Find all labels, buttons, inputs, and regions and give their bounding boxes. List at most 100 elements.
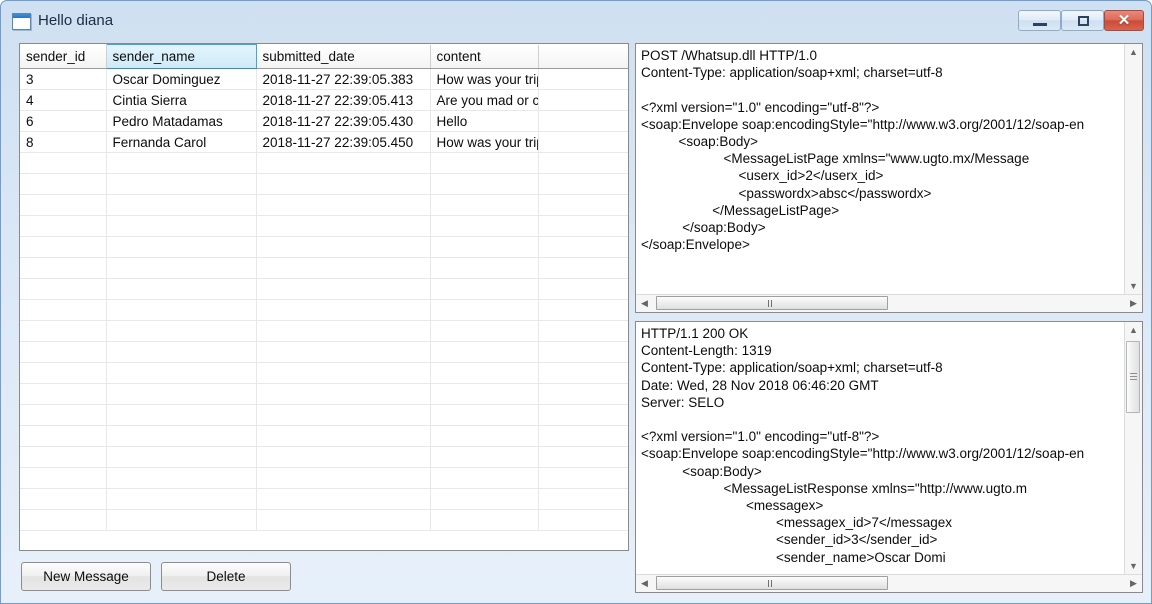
table-row-empty[interactable] <box>20 467 628 489</box>
table-row-empty[interactable] <box>20 383 628 405</box>
table-row-empty[interactable] <box>20 257 628 279</box>
cell-submitted_date-1[interactable]: 2018-11-27 22:39:05.413 <box>256 89 431 111</box>
vertical-scroll-thumb[interactable] <box>1126 341 1140 413</box>
table-row-empty[interactable] <box>20 488 628 510</box>
title-bar[interactable]: Hello diana ✕ <box>1 1 1152 41</box>
column-header-sender_name[interactable]: sender_name <box>105 44 257 69</box>
cell-empty[interactable] <box>430 488 539 510</box>
column-header-filler[interactable] <box>538 44 628 69</box>
cell-content-2[interactable]: Hello <box>430 110 539 132</box>
cell-empty[interactable] <box>106 404 257 426</box>
cell-submitted_date-2[interactable]: 2018-11-27 22:39:05.430 <box>256 110 431 132</box>
table-row-empty[interactable] <box>20 194 628 216</box>
horizontal-scroll-thumb[interactable] <box>656 296 888 310</box>
request-vertical-scrollbar[interactable]: ▲ ▼ <box>1124 44 1142 295</box>
horizontal-scroll-thumb[interactable] <box>656 576 888 590</box>
minimize-button[interactable] <box>1018 10 1061 31</box>
column-header-submitted_date[interactable]: submitted_date <box>256 44 431 69</box>
cell-empty[interactable] <box>538 488 628 510</box>
scroll-down-icon[interactable]: ▼ <box>1125 558 1142 575</box>
cell-empty[interactable] <box>20 488 107 510</box>
cell-empty[interactable] <box>430 425 539 447</box>
cell-empty[interactable] <box>20 446 107 468</box>
cell-content-0[interactable]: How was your trip to ... <box>430 68 539 90</box>
table-row-empty[interactable] <box>20 236 628 258</box>
cell-empty[interactable] <box>430 383 539 405</box>
cell-empty[interactable] <box>538 509 628 531</box>
table-row-empty[interactable] <box>20 215 628 237</box>
cell--0[interactable] <box>538 68 628 90</box>
cell-empty[interactable] <box>20 404 107 426</box>
cell-empty[interactable] <box>20 383 107 405</box>
column-header-content[interactable]: content <box>430 44 539 69</box>
table-row[interactable]: 3 Oscar Dominguez 2018-11-27 22:39:05.383 H… <box>20 68 628 90</box>
cell-empty[interactable] <box>538 404 628 426</box>
cell-empty[interactable] <box>20 173 107 195</box>
cell-empty[interactable] <box>20 509 107 531</box>
cell-empty[interactable] <box>20 215 107 237</box>
cell-empty[interactable] <box>538 362 628 384</box>
cell-submitted_date-3[interactable]: 2018-11-27 22:39:05.450 <box>256 131 431 153</box>
close-button[interactable]: ✕ <box>1104 10 1144 31</box>
scroll-left-icon[interactable]: ◀ <box>636 295 653 312</box>
cell-empty[interactable] <box>20 341 107 363</box>
cell-empty[interactable] <box>106 320 257 342</box>
cell-empty[interactable] <box>538 467 628 489</box>
table-row[interactable]: 6 Pedro Matadamas 2018-11-27 22:39:05.430 H… <box>20 110 628 132</box>
cell-content-3[interactable]: How was your trip to ... <box>430 131 539 153</box>
cell-empty[interactable] <box>106 194 257 216</box>
cell-sender_id-3[interactable]: 8 <box>20 131 107 153</box>
cell--3[interactable] <box>538 131 628 153</box>
scroll-up-icon[interactable]: ▲ <box>1125 322 1142 339</box>
cell-empty[interactable] <box>256 488 431 510</box>
cell-empty[interactable] <box>430 236 539 258</box>
cell-empty[interactable] <box>256 278 431 300</box>
cell-empty[interactable] <box>430 278 539 300</box>
cell-empty[interactable] <box>106 257 257 279</box>
cell-empty[interactable] <box>256 173 431 195</box>
cell-empty[interactable] <box>430 404 539 426</box>
column-header-sender_id[interactable]: sender_id <box>20 44 107 69</box>
cell-empty[interactable] <box>430 257 539 279</box>
table-row-empty[interactable] <box>20 509 628 531</box>
cell-empty[interactable] <box>538 425 628 447</box>
cell-empty[interactable] <box>256 236 431 258</box>
cell-empty[interactable] <box>430 362 539 384</box>
response-text[interactable]: HTTP/1.1 200 OK Content-Length: 1319 Con… <box>641 325 1120 566</box>
cell--1[interactable] <box>538 89 628 111</box>
cell-empty[interactable] <box>430 173 539 195</box>
cell-sender_name-0[interactable]: Oscar Dominguez <box>106 68 257 90</box>
cell-empty[interactable] <box>20 236 107 258</box>
cell-empty[interactable] <box>20 320 107 342</box>
request-horizontal-scrollbar[interactable]: ◀ ▶ <box>636 294 1142 312</box>
table-row-empty[interactable] <box>20 362 628 384</box>
table-row-empty[interactable] <box>20 425 628 447</box>
cell-empty[interactable] <box>256 152 431 174</box>
cell-empty[interactable] <box>538 194 628 216</box>
cell-empty[interactable] <box>538 278 628 300</box>
cell-empty[interactable] <box>20 467 107 489</box>
cell-empty[interactable] <box>106 488 257 510</box>
cell-sender_id-1[interactable]: 4 <box>20 89 107 111</box>
cell-empty[interactable] <box>538 236 628 258</box>
table-row-empty[interactable] <box>20 299 628 321</box>
cell-empty[interactable] <box>538 257 628 279</box>
cell-empty[interactable] <box>256 404 431 426</box>
table-row[interactable]: 4 Cintia Sierra 2018-11-27 22:39:05.413 Are… <box>20 89 628 111</box>
cell-empty[interactable] <box>430 299 539 321</box>
cell-empty[interactable] <box>20 257 107 279</box>
cell-empty[interactable] <box>106 215 257 237</box>
table-row-empty[interactable] <box>20 341 628 363</box>
new-message-button[interactable]: New Message <box>21 562 151 591</box>
cell-empty[interactable] <box>538 299 628 321</box>
table-body[interactable]: 3 Oscar Dominguez 2018-11-27 22:39:05.383 H… <box>20 68 628 531</box>
cell-empty[interactable] <box>20 425 107 447</box>
table-row-empty[interactable] <box>20 173 628 195</box>
cell-empty[interactable] <box>430 509 539 531</box>
cell-empty[interactable] <box>430 341 539 363</box>
table-row-empty[interactable] <box>20 278 628 300</box>
cell-empty[interactable] <box>538 446 628 468</box>
cell-sender_name-3[interactable]: Fernanda Carol <box>106 131 257 153</box>
cell-empty[interactable] <box>256 215 431 237</box>
cell-empty[interactable] <box>256 194 431 216</box>
